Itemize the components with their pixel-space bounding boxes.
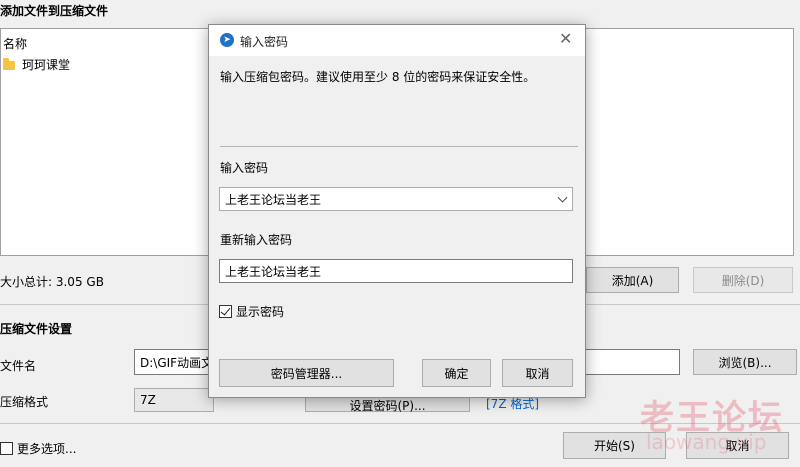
window-title: 添加文件到压缩文件	[0, 4, 109, 18]
app-logo-icon: ➤	[220, 33, 234, 47]
password-combo[interactable]: 上老王论坛当老王	[219, 187, 573, 211]
list-item[interactable]: 珂珂课堂	[3, 56, 70, 73]
password-dialog: ➤ 输入密码 ✕ 输入压缩包密码。建议使用至少 8 位的密码来保证安全性。 输入…	[208, 24, 586, 398]
total-size: 大小总计: 3.05 GB	[0, 275, 104, 289]
confirm-password-label: 重新输入密码	[220, 233, 293, 247]
folder-icon	[3, 58, 15, 70]
show-password-checkbox[interactable]	[219, 305, 232, 318]
show-password-label: 显示密码	[236, 305, 285, 319]
password-value: 上老王论坛当老王	[225, 192, 322, 207]
more-options-box[interactable]	[0, 442, 13, 455]
delete-button[interactable]: 删除(D)	[693, 267, 793, 293]
list-column-header[interactable]: 名称	[3, 35, 27, 52]
password-label: 输入密码	[220, 161, 269, 175]
filename-label: 文件名	[0, 359, 37, 373]
settings-title: 压缩文件设置	[0, 322, 73, 336]
more-options-label: 更多选项...	[17, 442, 77, 456]
more-options-checkbox[interactable]: 更多选项...	[0, 440, 76, 457]
app-window: 添加文件到压缩文件 名称 珂珂课堂 大小总计: 3.05 GB 添加(A) 删除…	[0, 0, 800, 467]
dialog-titlebar[interactable]: ➤ 输入密码 ✕	[209, 25, 585, 56]
chevron-down-icon[interactable]	[557, 192, 568, 203]
set-password-button-label: 设置密码(P)...	[349, 398, 426, 413]
show-password-toggle[interactable]: 显示密码	[219, 303, 284, 320]
password-manager-button[interactable]: 密码管理器...	[219, 359, 394, 387]
watermark-url: laowang.vip	[646, 430, 767, 454]
dialog-cancel-button[interactable]: 取消	[502, 359, 573, 387]
format-label: 压缩格式	[0, 395, 49, 409]
format-select[interactable]: 7Z	[134, 388, 214, 412]
add-button[interactable]: 添加(A)	[586, 267, 679, 293]
filename-input[interactable]: D:\GIF动画文	[134, 349, 214, 375]
dialog-divider	[220, 146, 578, 147]
ok-button[interactable]: 确定	[422, 359, 491, 387]
list-item-label: 珂珂课堂	[22, 58, 71, 72]
confirm-password-input[interactable]: 上老王论坛当老王	[219, 259, 573, 283]
close-icon[interactable]: ✕	[559, 29, 572, 48]
dialog-title: 输入密码	[240, 35, 289, 49]
filename-input-tail[interactable]	[586, 349, 680, 375]
browse-button[interactable]: 浏览(B)...	[693, 349, 797, 375]
dialog-description: 输入压缩包密码。建议使用至少 8 位的密码来保证安全性。	[220, 70, 536, 84]
